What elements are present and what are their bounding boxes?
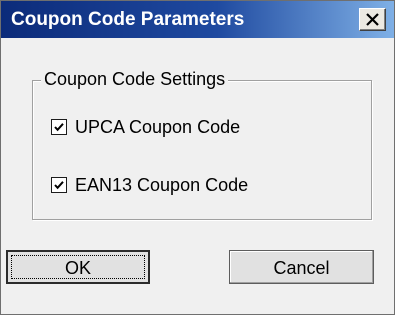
close-icon bbox=[366, 13, 379, 26]
cancel-button[interactable]: Cancel bbox=[229, 250, 374, 284]
settings-group-title: Coupon Code Settings bbox=[41, 68, 229, 90]
upca-checkbox-row[interactable]: UPCA Coupon Code bbox=[51, 116, 240, 138]
dialog-content: Coupon Code Settings UPCA Coupon Code EA… bbox=[1, 38, 394, 314]
ok-button[interactable]: OK bbox=[6, 250, 150, 284]
upca-checkbox-label[interactable]: UPCA Coupon Code bbox=[75, 116, 240, 138]
upca-checkbox[interactable] bbox=[51, 119, 67, 135]
close-button[interactable] bbox=[359, 8, 386, 31]
cancel-button-label: Cancel bbox=[273, 258, 330, 278]
title-bar[interactable]: Coupon Code Parameters bbox=[1, 1, 394, 38]
ok-button-label: OK bbox=[64, 258, 91, 278]
dialog-window: Coupon Code Parameters Coupon Code Setti… bbox=[0, 0, 395, 315]
checkmark-icon bbox=[54, 123, 64, 132]
settings-groupbox bbox=[32, 80, 372, 220]
ean13-checkbox-row[interactable]: EAN13 Coupon Code bbox=[51, 174, 248, 196]
dialog-title: Coupon Code Parameters bbox=[11, 9, 245, 30]
checkmark-icon bbox=[54, 181, 64, 190]
ean13-checkbox[interactable] bbox=[51, 177, 67, 193]
ean13-checkbox-label[interactable]: EAN13 Coupon Code bbox=[75, 174, 248, 196]
